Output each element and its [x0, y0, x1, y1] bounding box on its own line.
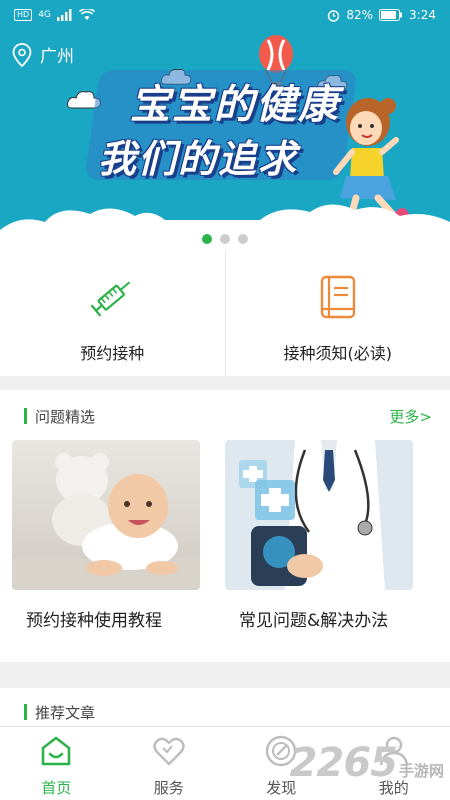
carousel-dot[interactable]	[202, 234, 212, 244]
section-accent-bar	[24, 408, 27, 424]
tab-home-label: 首页	[41, 779, 72, 797]
featured-item-label: 预约接种使用教程	[26, 611, 162, 631]
location-selector[interactable]: 广州	[12, 42, 74, 67]
book-vaccination-button[interactable]: 预约接种	[0, 250, 225, 376]
recommended-articles-section: 推荐文章	[0, 688, 450, 728]
battery-percent: 82%	[346, 8, 374, 22]
watermark-text: 手游网	[398, 762, 444, 780]
hd-network-indicator: HD	[14, 9, 33, 21]
battery-icon	[379, 9, 403, 21]
book-icon	[311, 270, 365, 324]
carousel-indicator	[0, 234, 450, 244]
syringe-icon	[85, 270, 139, 324]
location-pin-icon	[12, 42, 32, 67]
featured-item-label: 常见问题&解决办法	[239, 611, 389, 631]
section-accent-bar	[24, 704, 27, 720]
featured-item-tutorial[interactable]: 预约接种使用教程	[12, 440, 200, 631]
book-vaccination-label: 预约接种	[80, 344, 145, 363]
featured-title: 问题精选	[35, 407, 96, 426]
articles-title: 推荐文章	[35, 703, 96, 722]
featured-questions-section: 问题精选 更多> 预约接种使用教程 常见问题&解决办法	[0, 390, 450, 662]
clock-time: 3:24	[409, 8, 436, 22]
doctor-photo	[225, 440, 413, 590]
featured-tiles: 预约接种使用教程 常见问题&解决办法	[12, 440, 413, 631]
carousel-dot[interactable]	[238, 234, 248, 244]
articles-header: 推荐文章	[0, 700, 450, 724]
tab-services[interactable]: 服务	[113, 727, 226, 800]
featured-item-faq[interactable]: 常见问题&解决办法	[225, 440, 413, 631]
watermark-number: 2265	[289, 740, 398, 786]
quick-actions: 预约接种 接种须知(必读)	[0, 250, 450, 376]
tab-services-label: 服务	[153, 779, 184, 797]
alarm-icon	[328, 9, 340, 22]
hero-banner[interactable]: HD 4G 82% 3:24 广州 宝宝的健康 我们的追求	[0, 0, 450, 250]
wifi-icon	[78, 9, 95, 20]
banner-slogan-line2: 我们的追求	[98, 137, 299, 181]
site-watermark: 2265 手游网	[290, 740, 444, 786]
tab-home[interactable]: 首页	[0, 727, 113, 800]
bottom-tab-bar: 首页 服务 发现 我的 2265 手游网	[0, 726, 450, 800]
featured-header: 问题精选 更多>	[0, 404, 450, 428]
more-link[interactable]: 更多>	[389, 406, 432, 427]
signal-icon	[56, 9, 72, 21]
city-name: 广州	[40, 47, 74, 67]
home-icon	[38, 733, 74, 769]
articles-title-wrap: 推荐文章	[24, 702, 95, 723]
vaccination-notice-button[interactable]: 接种须知(必读)	[224, 250, 450, 376]
baby-photo	[12, 440, 200, 590]
banner-slogan-line1: 宝宝的健康	[130, 82, 340, 128]
featured-title-wrap: 问题精选	[24, 406, 95, 427]
status-bar: HD 4G 82% 3:24	[0, 0, 450, 30]
vaccination-notice-label: 接种须知(必读)	[283, 344, 393, 363]
carousel-dot[interactable]	[220, 234, 230, 244]
signal-label: 4G	[38, 10, 51, 20]
heart-icon	[151, 733, 187, 769]
